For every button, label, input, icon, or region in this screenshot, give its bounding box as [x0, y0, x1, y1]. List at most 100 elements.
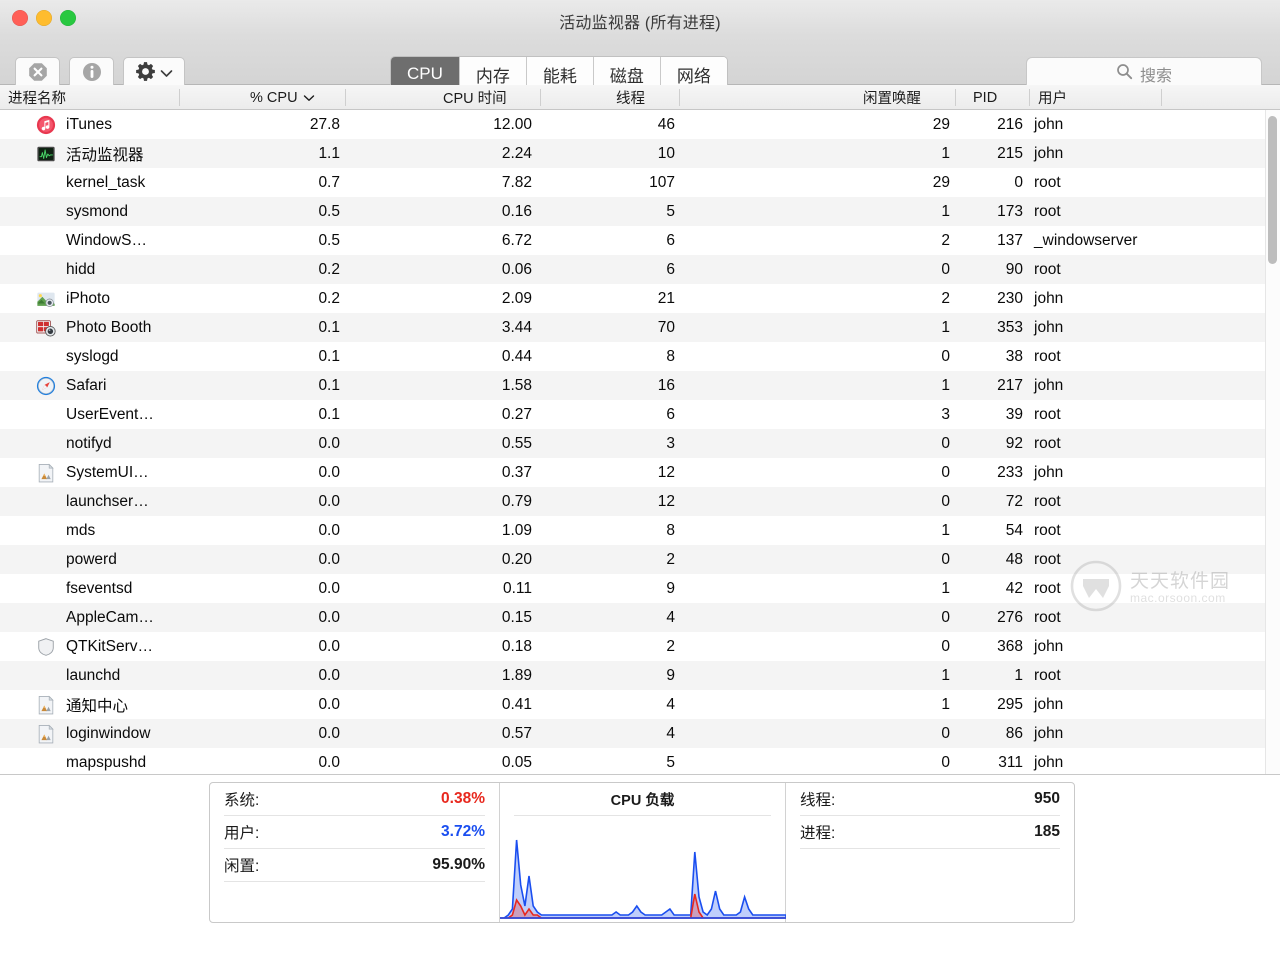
- cpu-load-graph-pane: CPU 负载: [500, 783, 786, 922]
- cell-process-name: hidd: [66, 260, 96, 278]
- cell-idle-wake: 1: [941, 695, 950, 713]
- process-table[interactable]: iTunes 27.8 12.00 46 29 216 john 活动监视器 1.1 2.24 10…: [0, 110, 1280, 775]
- table-row[interactable]: SystemUI… 0.0 0.37 12 0 233 john: [0, 458, 1280, 487]
- chart-series-用户: [500, 839, 786, 919]
- table-row[interactable]: kernel_task 0.7 7.82 107 29 0 root: [0, 168, 1280, 197]
- stat-value-idle: 95.90%: [432, 856, 485, 873]
- vertical-scrollbar[interactable]: [1265, 110, 1280, 774]
- cell-idle-wake: 1: [941, 579, 950, 597]
- table-row[interactable]: fseventsd 0.0 0.11 9 1 42 root: [0, 574, 1280, 603]
- column-divider[interactable]: [679, 89, 680, 106]
- table-row[interactable]: QTKitServ… 0.0 0.18 2 0 368 john: [0, 632, 1280, 661]
- cell-cpu: 0.0: [318, 608, 340, 626]
- cell-pid: 233: [997, 463, 1023, 481]
- cell-cpu: 0.1: [318, 347, 340, 365]
- stop-octagon-x-icon: [27, 61, 49, 88]
- cell-user: root: [1034, 434, 1061, 452]
- column-header-idle-wakeups[interactable]: 闲置唤醒: [863, 85, 921, 110]
- cell-idle-wake: 0: [941, 492, 950, 510]
- cell-pid: 90: [1005, 260, 1023, 278]
- table-column-header: 进程名称 % CPU CPU 时间 线程 闲置唤醒 PID 用户: [0, 85, 1280, 110]
- cell-idle-wake: 0: [941, 724, 950, 742]
- table-row[interactable]: mapspushd 0.0 0.05 5 0 311 john: [0, 748, 1280, 774]
- cell-process-name: AppleCam…: [66, 608, 154, 626]
- cell-threads: 5: [666, 753, 675, 771]
- column-header-process-name[interactable]: 进程名称: [8, 85, 66, 110]
- table-row[interactable]: Photo Booth 0.1 3.44 70 1 353 john: [0, 313, 1280, 342]
- table-row[interactable]: Safari 0.1 1.58 16 1 217 john: [0, 371, 1280, 400]
- cell-user: root: [1034, 405, 1061, 423]
- table-row[interactable]: syslogd 0.1 0.44 8 0 38 root: [0, 342, 1280, 371]
- column-divider[interactable]: [955, 89, 956, 106]
- cell-threads: 4: [666, 695, 675, 713]
- column-header-user[interactable]: 用户: [1038, 85, 1067, 110]
- safari-app-icon: [34, 371, 58, 400]
- cell-cpu-time: 0.41: [501, 695, 532, 713]
- table-row[interactable]: launchser… 0.0 0.79 12 0 72 root: [0, 487, 1280, 516]
- cell-idle-wake: 1: [941, 318, 950, 336]
- cell-cpu: 0.0: [318, 637, 340, 655]
- cell-user: john: [1034, 724, 1064, 742]
- table-row[interactable]: powerd 0.0 0.20 2 0 48 root: [0, 545, 1280, 574]
- column-divider[interactable]: [179, 89, 180, 106]
- stat-value-system: 0.38%: [441, 790, 485, 807]
- photobooth-app-icon: [34, 313, 58, 342]
- table-row[interactable]: WindowS… 0.5 6.72 6 2 137 _windowserver: [0, 226, 1280, 255]
- cell-user: john: [1034, 318, 1064, 336]
- table-row[interactable]: launchd 0.0 1.89 9 1 1 root: [0, 661, 1280, 690]
- cell-threads: 3: [666, 434, 675, 452]
- table-row[interactable]: 活动监视器 1.1 2.24 10 1 215 john: [0, 139, 1280, 168]
- cell-threads: 46: [657, 115, 675, 133]
- cell-pid: 38: [1005, 347, 1023, 365]
- cell-cpu-time: 0.18: [501, 637, 532, 655]
- table-row[interactable]: iPhoto 0.2 2.09 21 2 230 john: [0, 284, 1280, 313]
- table-row[interactable]: 通知中心 0.0 0.41 4 1 295 john: [0, 690, 1280, 719]
- cell-user: john: [1034, 289, 1064, 307]
- cell-threads: 12: [657, 492, 675, 510]
- stat-row-user: 用户: 3.72%: [224, 816, 485, 849]
- table-row[interactable]: sysmond 0.5 0.16 5 1 173 root: [0, 197, 1280, 226]
- cpu-load-graph-title: CPU 负载: [514, 783, 771, 816]
- stat-label-processes: 进程:: [800, 825, 836, 842]
- cell-idle-wake: 2: [941, 231, 950, 249]
- column-divider[interactable]: [1029, 89, 1030, 106]
- cell-process-name: notifyd: [66, 434, 112, 452]
- cell-threads: 5: [666, 202, 675, 220]
- cell-cpu: 0.0: [318, 579, 340, 597]
- cell-cpu-time: 0.06: [501, 260, 532, 278]
- cell-user: root: [1034, 666, 1061, 684]
- cell-pid: 48: [1005, 550, 1023, 568]
- table-row[interactable]: hidd 0.2 0.06 6 0 90 root: [0, 255, 1280, 284]
- cell-idle-wake: 3: [941, 405, 950, 423]
- table-row[interactable]: mds 0.0 1.09 8 1 54 root: [0, 516, 1280, 545]
- itunes-app-icon: [34, 110, 58, 139]
- cell-pid: 54: [1005, 521, 1023, 539]
- cpu-load-graph: [500, 839, 786, 919]
- cell-pid: 39: [1005, 405, 1023, 423]
- table-row[interactable]: iTunes 27.8 12.00 46 29 216 john: [0, 110, 1280, 139]
- column-divider[interactable]: [345, 89, 346, 106]
- column-divider[interactable]: [1161, 89, 1162, 106]
- table-row[interactable]: AppleCam… 0.0 0.15 4 0 276 root: [0, 603, 1280, 632]
- cell-process-name: powerd: [66, 550, 117, 568]
- cell-user: john: [1034, 637, 1064, 655]
- column-header-cpu-time[interactable]: CPU 时间: [443, 85, 507, 110]
- cell-process-name: mapspushd: [66, 753, 147, 771]
- cell-process-name: syslogd: [66, 347, 119, 365]
- column-divider[interactable]: [540, 89, 541, 106]
- column-header-threads[interactable]: 线程: [616, 85, 645, 110]
- scrollbar-thumb[interactable]: [1268, 116, 1277, 264]
- cell-user: john: [1034, 376, 1064, 394]
- cell-cpu: 0.0: [318, 753, 340, 771]
- cell-process-name: WindowS…: [66, 231, 147, 249]
- cell-pid: 1: [1014, 666, 1023, 684]
- column-header-cpu-percent[interactable]: % CPU: [250, 85, 315, 110]
- table-row[interactable]: notifyd 0.0 0.55 3 0 92 root: [0, 429, 1280, 458]
- system-stats-panel: 系统: 0.38% 用户: 3.72% 闲置: 95.90% CPU 负载 线程…: [209, 782, 1075, 923]
- column-header-pid[interactable]: PID: [973, 85, 997, 110]
- cell-pid: 216: [997, 115, 1023, 133]
- table-row[interactable]: UserEvent… 0.1 0.27 6 3 39 root: [0, 400, 1280, 429]
- table-row[interactable]: loginwindow 0.0 0.57 4 0 86 john: [0, 719, 1280, 748]
- cell-cpu: 27.8: [309, 115, 340, 133]
- cell-idle-wake: 1: [941, 202, 950, 220]
